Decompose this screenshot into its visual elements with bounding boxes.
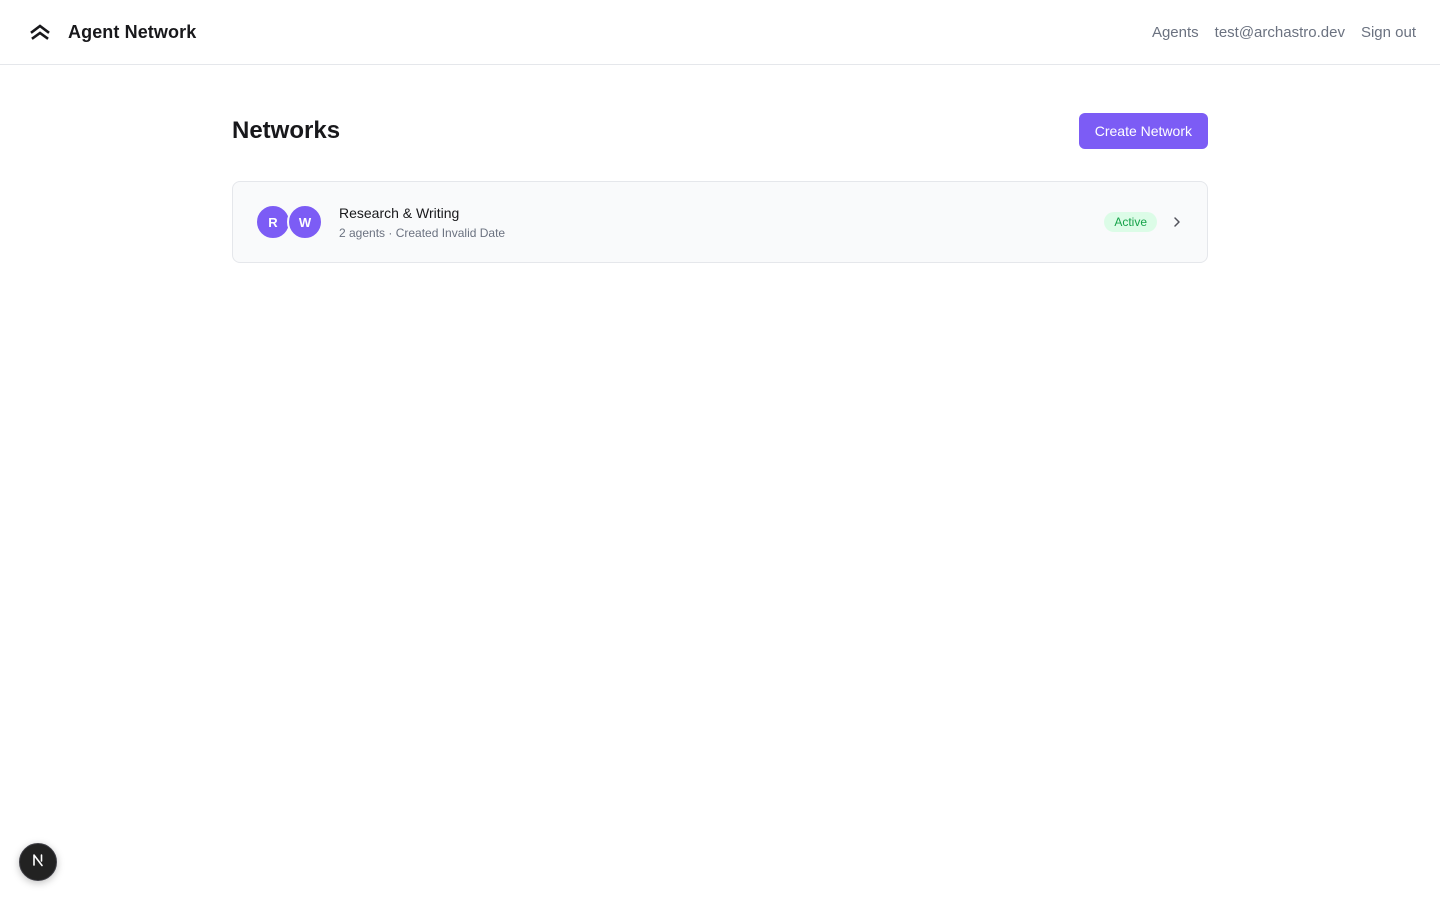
nextjs-dev-badge[interactable] — [19, 843, 57, 881]
avatar: W — [287, 204, 323, 240]
network-meta: 2 agents · Created Invalid Date — [339, 225, 506, 240]
network-card-right: Active — [1104, 212, 1185, 232]
network-info: Research & Writing 2 agents · Created In… — [339, 204, 1104, 241]
user-email-link[interactable]: test@archastro.dev — [1215, 24, 1345, 41]
page-header: Networks Create Network — [232, 113, 1208, 149]
brand[interactable]: Agent Network — [28, 20, 196, 44]
network-name: Research & Writing — [339, 204, 460, 221]
create-network-button[interactable]: Create Network — [1078, 113, 1208, 149]
nav-agents-link[interactable]: Agents — [1152, 24, 1199, 41]
agent-avatars: R W — [255, 204, 323, 240]
nextjs-icon — [30, 852, 46, 873]
avatar: R — [255, 204, 291, 240]
top-bar: Agent Network Agents test@archastro.dev … — [0, 0, 1440, 65]
chevron-right-icon — [1169, 214, 1185, 230]
logo-icon — [28, 20, 52, 44]
page-title: Networks — [232, 117, 341, 144]
top-nav: Agents test@archastro.dev Sign out — [1152, 24, 1416, 41]
network-card[interactable]: R W Research & Writing 2 agents · Create… — [232, 181, 1208, 263]
sign-out-link[interactable]: Sign out — [1361, 24, 1416, 41]
app-name: Agent Network — [68, 21, 197, 42]
status-badge: Active — [1104, 212, 1157, 232]
main-content: Networks Create Network R W Research & W… — [232, 65, 1208, 263]
